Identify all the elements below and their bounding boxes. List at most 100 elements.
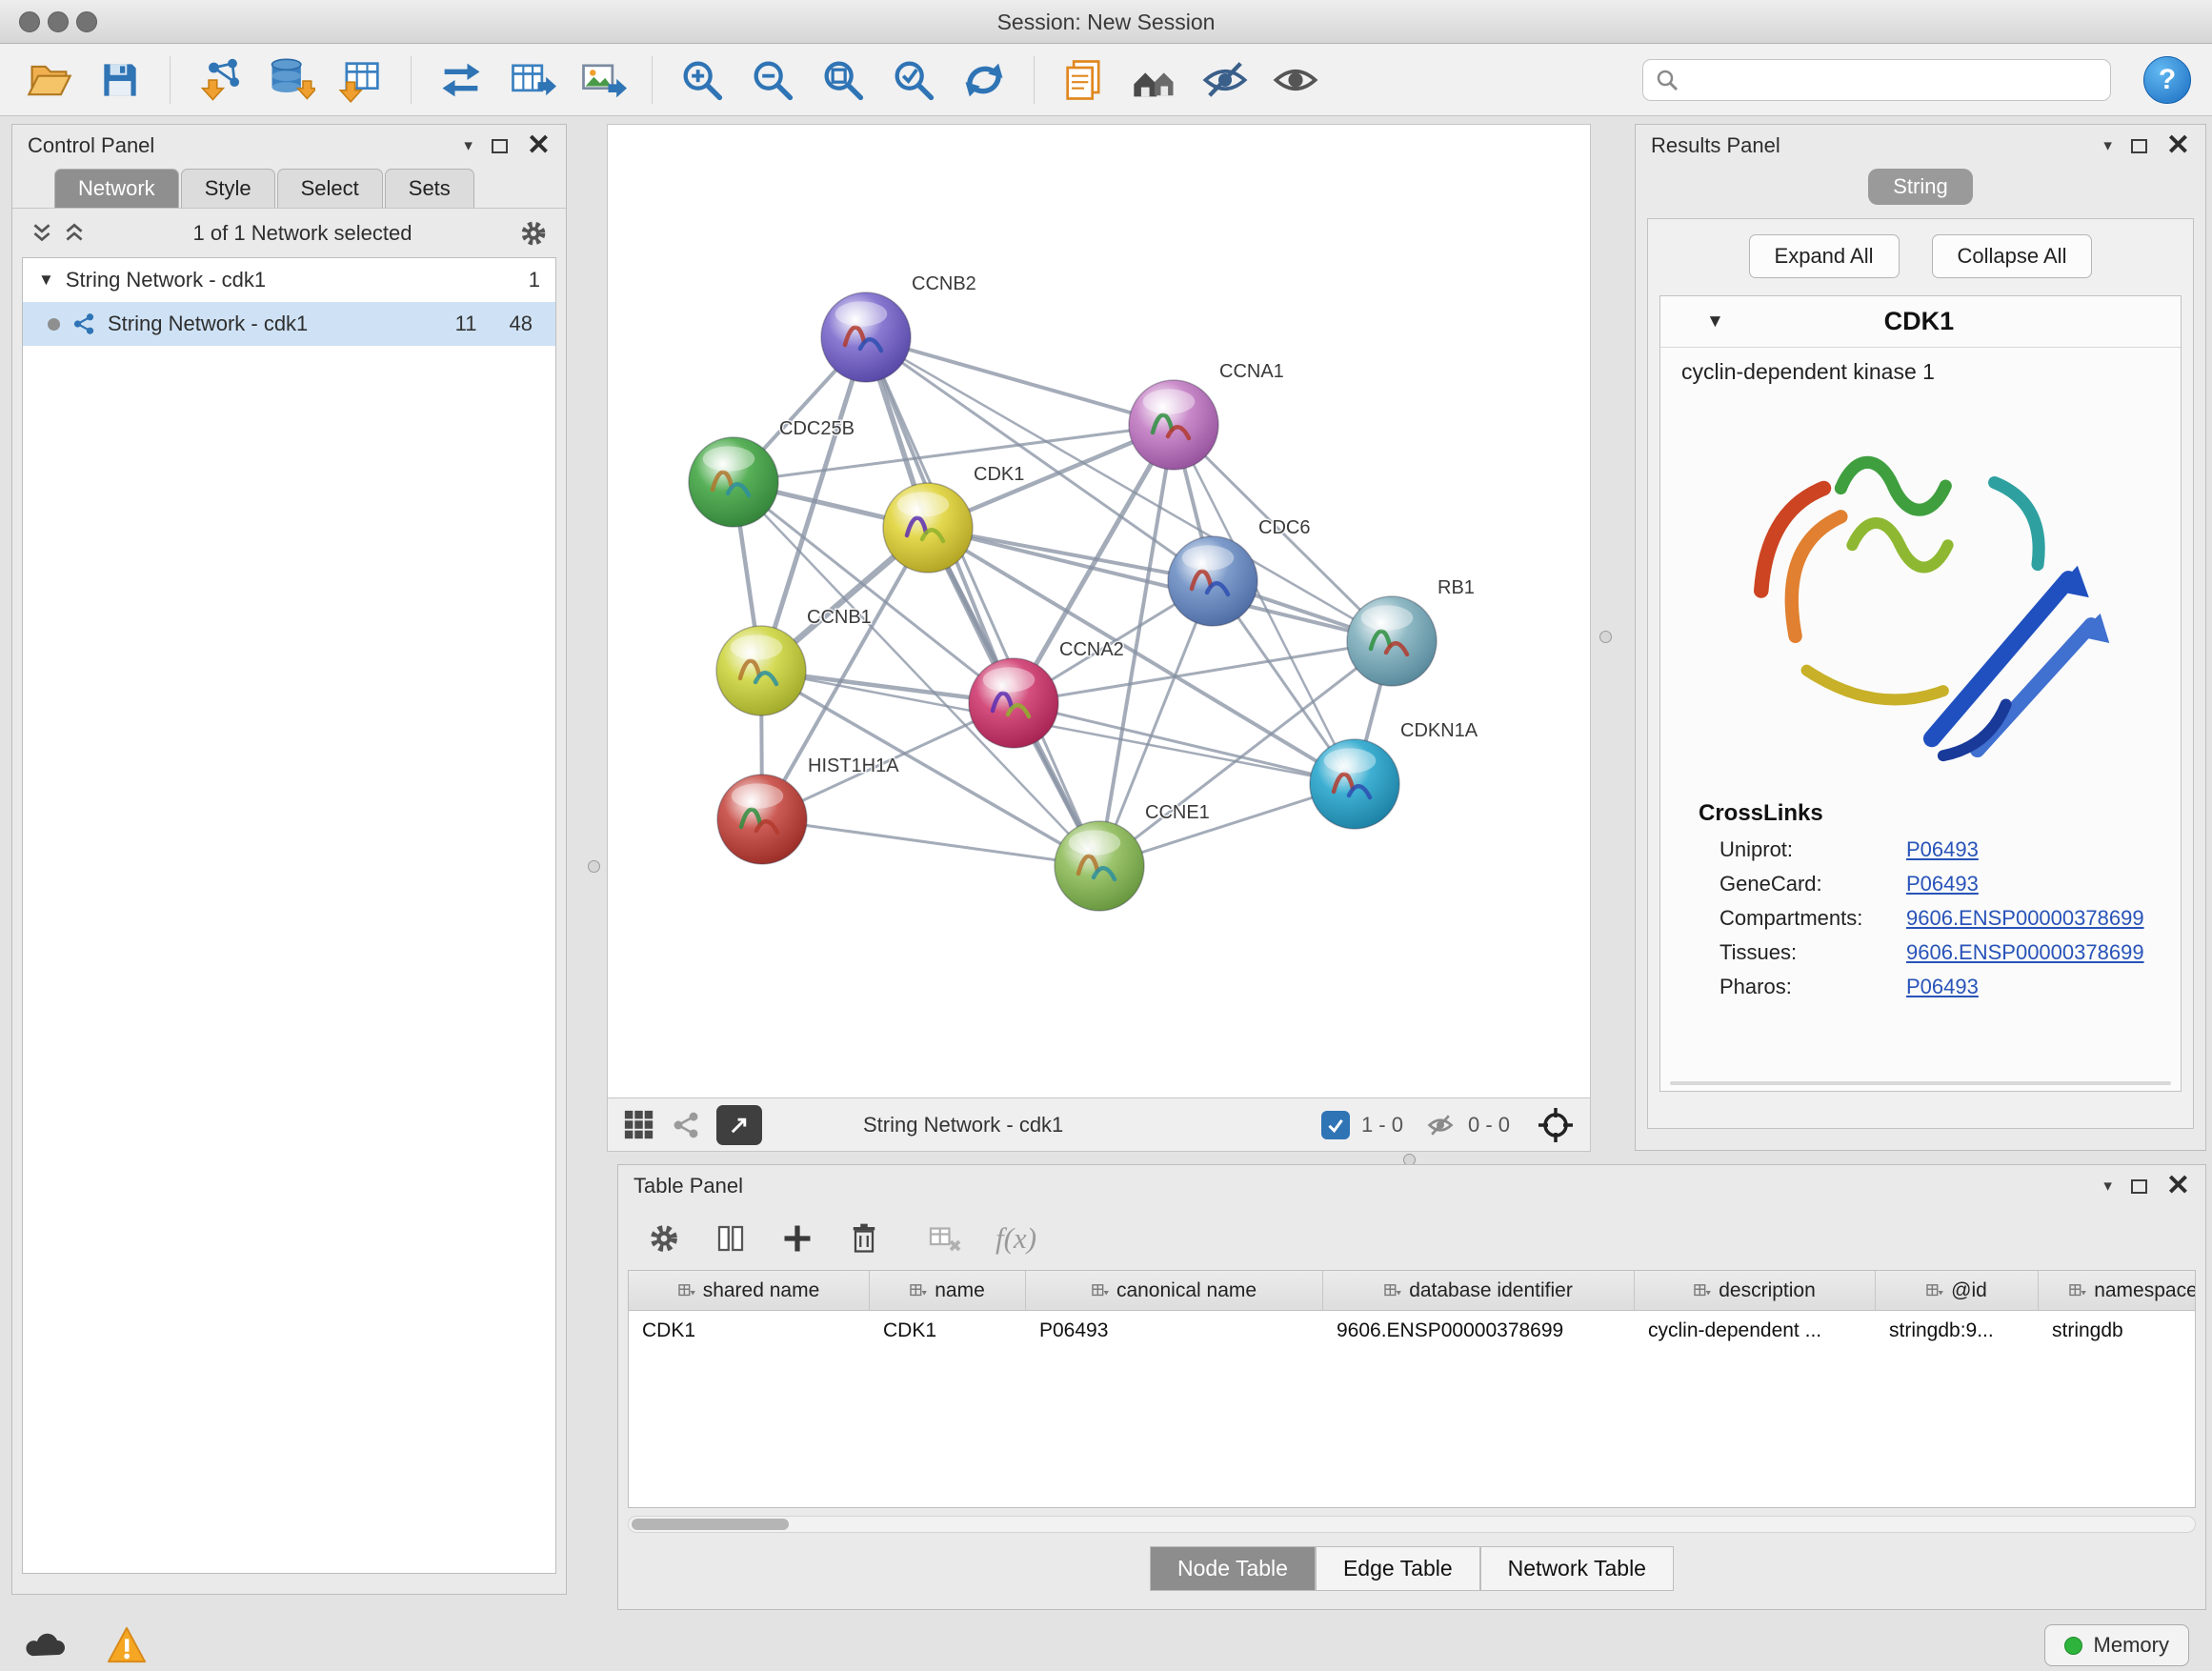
panel-menu-icon[interactable]: ▾ [2103,136,2112,155]
network-collection-row[interactable]: ▼ String Network - cdk1 1 [23,258,555,302]
float-panel-icon[interactable] [492,139,508,153]
warning-icon[interactable] [105,1625,149,1665]
column-header-@id[interactable]: @id [1876,1271,2039,1310]
crosslink-link[interactable]: P06493 [1906,975,1979,999]
document-copy-button[interactable] [1056,51,1113,109]
show-structure-images-button[interactable] [1267,51,1324,109]
panel-menu-icon[interactable]: ▾ [2103,1177,2112,1196]
hide-structure-images-button[interactable] [1196,51,1254,109]
table-cell[interactable]: cyclin-dependent ... [1635,1311,1876,1351]
tab-edge-table[interactable]: Edge Table [1316,1546,1480,1591]
tab-sets[interactable]: Sets [385,169,474,208]
crosslinks-list: Uniprot:P06493GeneCard:P06493Compartment… [1660,833,2181,1004]
save-session-button[interactable] [91,51,149,109]
node-HIST1H1A[interactable]: HIST1H1A [717,755,899,864]
table-cell[interactable]: stringdb:9... [1876,1311,2039,1351]
close-panel-icon[interactable]: ✕ [527,136,551,155]
tab-string[interactable]: String [1868,169,1972,205]
gear-icon[interactable] [647,1221,681,1256]
node-CDC6[interactable]: CDC6 [1168,517,1310,626]
tab-network-table[interactable]: Network Table [1480,1546,1674,1591]
import-network-from-database-button[interactable] [262,51,319,109]
table-cell[interactable]: CDK1 [629,1311,870,1351]
zoom-in-icon [677,55,727,105]
node-CCNA1[interactable]: CCNA1 [1129,361,1284,470]
grid-view-icon[interactable] [623,1109,655,1141]
column-header-namespace[interactable]: namespace [2039,1271,2196,1310]
float-panel-icon[interactable] [2131,139,2147,153]
table-cell[interactable]: stringdb [2039,1311,2196,1351]
network-row-selected[interactable]: String Network - cdk1 11 48 [23,302,555,346]
export-network-button[interactable] [432,51,490,109]
open-session-button[interactable] [21,51,78,109]
node-RB1[interactable]: RB1 [1347,577,1475,686]
close-panel-icon[interactable]: ✕ [2166,1177,2190,1196]
scrollbar-thumb[interactable] [632,1519,789,1530]
tab-style[interactable]: Style [181,169,275,208]
edge-CCNB2-CCNE1[interactable] [866,337,1099,866]
network-canvas[interactable]: CCNB2CCNA1CDC25BCDK1CDC6RB1CCNB1CCNA2CDK… [607,124,1591,1098]
splitter-handle[interactable] [588,860,600,873]
share-view-icon[interactable] [671,1110,701,1140]
tab-select[interactable]: Select [277,169,383,208]
edge-CCNB2-CCNA1[interactable] [866,337,1174,425]
column-header-canonical-name[interactable]: canonical name [1026,1271,1323,1310]
expand-all-button[interactable]: Expand All [1749,234,1900,278]
gear-icon[interactable] [518,218,549,249]
tab-network[interactable]: Network [54,169,179,208]
export-table-button[interactable] [503,51,560,109]
zoom-in-button[interactable] [674,51,731,109]
column-header-name[interactable]: name [870,1271,1026,1310]
crosslink-link[interactable]: 9606.ENSP00000378699 [1906,940,2144,965]
column-header-description[interactable]: description [1635,1271,1876,1310]
cloud-icon[interactable] [23,1627,69,1663]
string-home-button[interactable] [1126,51,1183,109]
delete-column-icon[interactable] [847,1221,881,1256]
close-panel-icon[interactable]: ✕ [2166,136,2190,155]
search-input[interactable] [1689,68,2099,92]
apply-layout-button[interactable] [955,51,1013,109]
edge-HIST1H1A-CCNE1[interactable] [762,819,1099,866]
selected-checkbox-icon[interactable] [1321,1111,1350,1139]
node-CCNB1[interactable]: CCNB1 [716,607,872,715]
help-button[interactable]: ? [2143,56,2191,104]
collapse-gene-icon[interactable]: ▼ [1706,312,1724,332]
import-network-from-file-button[interactable] [191,51,249,109]
crosslink-link[interactable]: 9606.ENSP00000378699 [1906,906,2144,931]
results-scrollbar[interactable] [1670,1081,2171,1085]
gene-card-header[interactable]: ▼ CDK1 [1660,296,2181,348]
expand-all-icon[interactable] [62,221,87,246]
panel-menu-icon[interactable]: ▾ [464,136,473,155]
node-CDK1[interactable]: CDK1 [883,464,1024,573]
table-cell[interactable]: P06493 [1026,1311,1323,1351]
crosslink-link[interactable]: P06493 [1906,872,1979,896]
table-horizontal-scrollbar[interactable] [628,1516,2196,1533]
import-table-button[interactable] [332,51,390,109]
node-label-CCNE1: CCNE1 [1145,802,1210,823]
network-graph[interactable]: CCNB2CCNA1CDC25BCDK1CDC6RB1CCNB1CCNA2CDK… [608,125,1590,1097]
splitter-handle[interactable] [1599,631,1612,643]
column-header-shared-name[interactable]: shared name [629,1271,870,1310]
tab-node-table[interactable]: Node Table [1150,1546,1316,1591]
add-column-icon[interactable] [780,1221,814,1256]
memory-button[interactable]: Memory [2044,1624,2189,1666]
tree-expand-icon[interactable]: ▼ [38,271,54,290]
crosslink-link[interactable]: P06493 [1906,837,1979,862]
export-image-button[interactable] [573,51,631,109]
node-CCNB2[interactable]: CCNB2 [821,273,976,382]
edge-CCNA2-CDKN1A[interactable] [1014,703,1355,784]
table-cell[interactable]: CDK1 [870,1311,1026,1351]
table-cell[interactable]: 9606.ENSP00000378699 [1323,1311,1635,1351]
zoom-selected-button[interactable] [885,51,942,109]
collapse-all-button[interactable]: Collapse All [1932,234,2093,278]
detach-view-button[interactable] [716,1105,762,1145]
collapse-all-icon[interactable] [30,221,54,246]
crosshair-icon[interactable] [1537,1106,1575,1144]
column-header-database-identifier[interactable]: database identifier [1323,1271,1635,1310]
fit-content-button[interactable] [814,51,872,109]
show-columns-icon[interactable] [714,1221,748,1256]
table-row[interactable]: CDK1CDK1P064939606.ENSP00000378699cyclin… [629,1311,2195,1351]
node-CDKN1A[interactable]: CDKN1A [1310,720,1478,829]
float-panel-icon[interactable] [2131,1179,2147,1194]
zoom-out-button[interactable] [744,51,801,109]
